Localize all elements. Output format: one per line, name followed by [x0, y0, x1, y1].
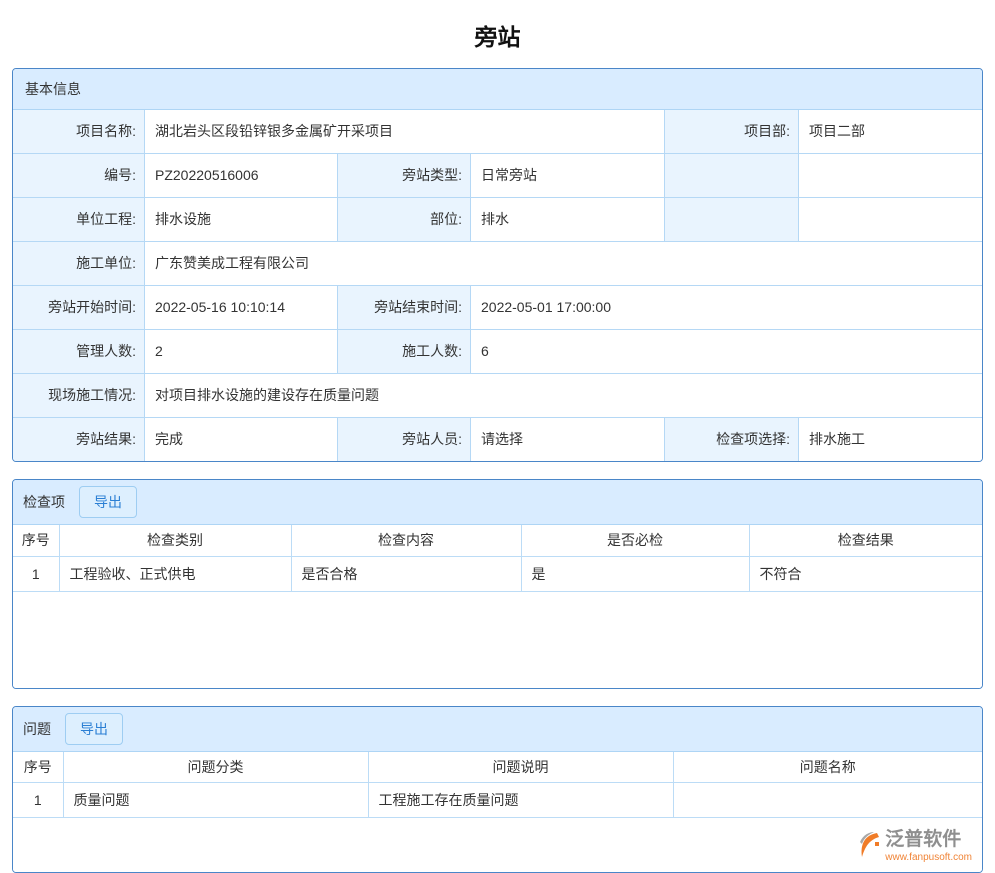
vendor-logo: 泛普软件 www.fanpusoft.com — [855, 830, 972, 867]
end-time-value: 2022-05-01 17:00:00 — [471, 286, 982, 329]
cell-check-content: 是否合格 — [291, 556, 521, 591]
vendor-logo-text: 泛普软件 — [885, 830, 972, 851]
basic-info-panel: 基本信息 项目名称: 湖北岩头区段铅锌银多金属矿开采项目 项目部: 项目二部 编… — [12, 68, 983, 462]
site-condition-label: 现场施工情况: — [13, 374, 144, 417]
personnel-label: 旁站人员: — [338, 418, 470, 461]
cell-seq: 1 — [13, 556, 59, 591]
cell-problem-category: 质量问题 — [63, 783, 368, 818]
type-value: 日常旁站 — [471, 154, 664, 197]
worker-count-value: 6 — [471, 330, 982, 373]
type-label: 旁站类型: — [338, 154, 470, 197]
col-header-problem-name: 问题名称 — [673, 752, 982, 783]
empty-value-cell — [799, 198, 982, 241]
basic-info-grid: 项目名称: 湖北岩头区段铅锌银多金属矿开采项目 项目部: 项目二部 编号: PZ… — [13, 110, 982, 461]
problems-table: 序号 问题分类 问题说明 问题名称 1 质量问题 工程施工存在质量问题 — [13, 752, 982, 819]
project-name-label: 项目名称: — [13, 110, 144, 153]
result-value: 完成 — [145, 418, 337, 461]
col-header-problem-category: 问题分类 — [63, 752, 368, 783]
cell-problem-description: 工程施工存在质量问题 — [368, 783, 673, 818]
unit-project-value: 排水设施 — [145, 198, 337, 241]
check-items-empty-space — [13, 592, 982, 688]
end-time-label: 旁站结束时间: — [338, 286, 470, 329]
check-items-panel: 检查项 导出 序号 检查类别 检查内容 是否必检 检查结果 1 工程验收、正式供… — [12, 479, 983, 689]
number-value: PZ20220516006 — [145, 154, 337, 197]
project-dept-value: 项目二部 — [799, 110, 982, 153]
cell-seq: 1 — [13, 783, 63, 818]
check-select-label: 检查项选择: — [665, 418, 798, 461]
result-label: 旁站结果: — [13, 418, 144, 461]
start-time-value: 2022-05-16 10:10:14 — [145, 286, 337, 329]
col-header-problem-description: 问题说明 — [368, 752, 673, 783]
problems-export-button[interactable]: 导出 — [65, 713, 123, 745]
manager-count-label: 管理人数: — [13, 330, 144, 373]
worker-count-label: 施工人数: — [338, 330, 470, 373]
footer-logo-area: 泛普软件 www.fanpusoft.com — [13, 818, 982, 872]
col-header-check-content: 检查内容 — [291, 525, 521, 556]
start-time-label: 旁站开始时间: — [13, 286, 144, 329]
part-value: 排水 — [471, 198, 664, 241]
check-items-header-row: 序号 检查类别 检查内容 是否必检 检查结果 — [13, 525, 982, 556]
personnel-select[interactable]: 请选择 — [471, 418, 664, 461]
page-title: 旁站 — [0, 0, 995, 68]
col-header-seq: 序号 — [13, 525, 59, 556]
vendor-logo-url: www.fanpusoft.com — [885, 852, 972, 863]
cell-check-category: 工程验收、正式供电 — [59, 556, 291, 591]
empty-value-cell — [799, 154, 982, 197]
part-label: 部位: — [338, 198, 470, 241]
cell-check-result: 不符合 — [749, 556, 982, 591]
manager-count-value: 2 — [145, 330, 337, 373]
problems-row: 1 质量问题 工程施工存在质量问题 — [13, 783, 982, 818]
project-name-value: 湖北岩头区段铅锌银多金属矿开采项目 — [145, 110, 664, 153]
problems-panel: 问题 导出 序号 问题分类 问题说明 问题名称 1 质量问题 工程施工存在质量问… — [12, 706, 983, 873]
project-dept-label: 项目部: — [665, 110, 798, 153]
problems-section-title: 问题 — [23, 719, 51, 739]
col-header-check-category: 检查类别 — [59, 525, 291, 556]
cell-required: 是 — [521, 556, 749, 591]
col-header-seq: 序号 — [13, 752, 63, 783]
check-items-row: 1 工程验收、正式供电 是否合格 是 不符合 — [13, 556, 982, 591]
problems-toolbar: 问题 导出 — [13, 707, 982, 752]
col-header-check-result: 检查结果 — [749, 525, 982, 556]
number-label: 编号: — [13, 154, 144, 197]
page: 旁站 基本信息 项目名称: 湖北岩头区段铅锌银多金属矿开采项目 项目部: 项目二… — [0, 0, 995, 873]
check-items-export-button[interactable]: 导出 — [79, 486, 137, 518]
col-header-required: 是否必检 — [521, 525, 749, 556]
problems-header-row: 序号 问题分类 问题说明 问题名称 — [13, 752, 982, 783]
cell-problem-name — [673, 783, 982, 818]
unit-project-label: 单位工程: — [13, 198, 144, 241]
empty-label-cell — [665, 154, 798, 197]
construction-unit-value: 广东赞美成工程有限公司 — [145, 242, 982, 285]
site-condition-value: 对项目排水设施的建设存在质量问题 — [145, 374, 982, 417]
construction-unit-label: 施工单位: — [13, 242, 144, 285]
check-select-value: 排水施工 — [799, 418, 982, 461]
empty-label-cell — [665, 198, 798, 241]
fanpu-logo-icon — [855, 830, 881, 867]
check-items-toolbar: 检查项 导出 — [13, 480, 982, 525]
check-items-section-title: 检查项 — [23, 492, 65, 512]
basic-info-section-title: 基本信息 — [13, 69, 982, 110]
check-items-table: 序号 检查类别 检查内容 是否必检 检查结果 1 工程验收、正式供电 是否合格 … — [13, 525, 982, 592]
